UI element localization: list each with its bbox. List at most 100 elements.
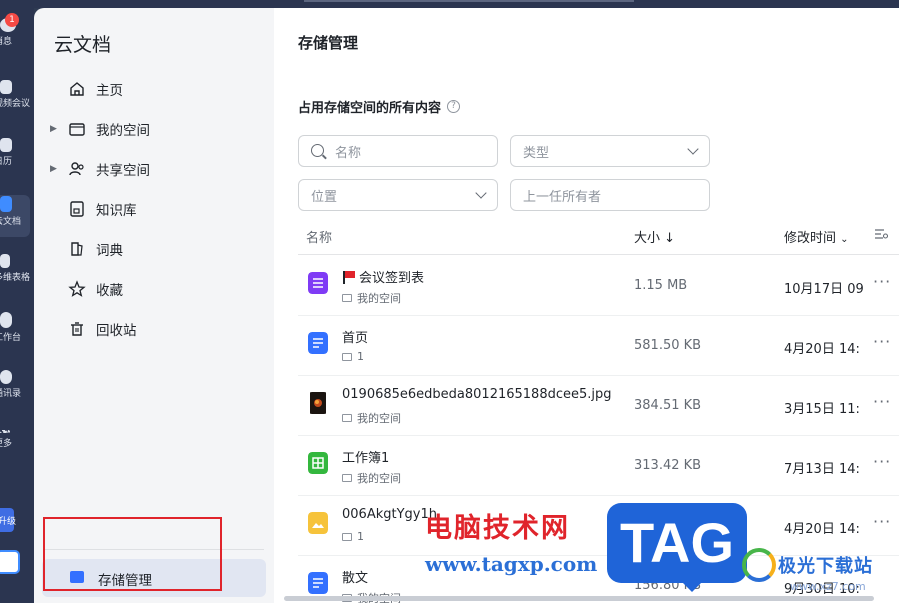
rail-bitable[interactable]: 多维表格 — [0, 254, 34, 283]
column-settings-icon[interactable] — [874, 228, 888, 240]
sidebar-item-knowledge-base[interactable]: 知识库 — [34, 194, 274, 224]
more-options-icon[interactable]: ··· — [873, 452, 891, 471]
file-name[interactable]: 工作簿1 — [342, 447, 389, 466]
file-location-text: 我的空间 — [357, 472, 401, 485]
file-name[interactable]: 006AkgtYgy1h — [342, 507, 437, 522]
name-search-input[interactable]: 名称 — [298, 135, 498, 167]
sidebar-item-label: 我的空间 — [96, 123, 150, 139]
file-location: 我的空间 — [342, 290, 401, 306]
table-row[interactable]: 首页 1 581.50 KB 4月20日 14: ··· — [298, 316, 899, 376]
horizontal-scrollbar[interactable] — [284, 596, 874, 601]
file-location-text: 我的空间 — [357, 292, 401, 305]
sidebar-item-trash[interactable]: 回收站 — [34, 314, 274, 344]
sidebar-item-label: 词典 — [96, 243, 123, 259]
section-title-text: 占用存储空间的所有内容 — [298, 101, 442, 116]
rail-label: 云文档 — [0, 217, 22, 227]
file-location: 1 — [342, 350, 364, 363]
table-row[interactable]: 会议签到表 我的空间 1.15 MB 10月17日 09 ··· — [298, 256, 899, 316]
location-select[interactable]: 位置 — [298, 179, 498, 211]
table-row[interactable]: 0190685e6edbeda8012165188dcee5.jpg 我的空间 … — [298, 376, 899, 436]
page-title: 存储管理 — [298, 34, 359, 52]
rail-calendar[interactable]: 日历 — [0, 138, 34, 167]
contacts-icon — [0, 370, 12, 384]
watermark-swirl-logo — [742, 548, 776, 582]
sidebar-item-my-space[interactable]: ▶ 我的空间 — [34, 114, 274, 144]
more-icon — [0, 430, 10, 434]
sidebar-item-dictionary[interactable]: 词典 — [34, 234, 274, 264]
watermark-url: www.tagxp.com — [425, 552, 598, 576]
chevron-down-icon — [687, 143, 699, 155]
storage-main-panel: 存储管理 占用存储空间的所有内容 ? 名称 类型 位置 上一任所有者 名称 大小… — [274, 8, 899, 603]
file-name[interactable]: 会议签到表 — [342, 267, 424, 286]
column-header-modified[interactable]: 修改时间 ⌄ — [784, 227, 849, 246]
star-icon — [68, 280, 86, 297]
file-location: 我的空间 — [342, 470, 401, 486]
doc-icon — [308, 332, 328, 354]
sidebar-item-label: 收藏 — [96, 283, 123, 299]
home-icon — [70, 82, 84, 96]
column-header-size-label: 大小 — [634, 231, 661, 246]
watermark-brand-url: www.xz7.com — [790, 580, 866, 593]
folder-icon — [69, 123, 85, 136]
rail-label: 工作台 — [0, 333, 22, 343]
sidebar-item-shared-space[interactable]: ▶ 共享空间 — [34, 154, 274, 184]
help-icon[interactable]: ? — [447, 100, 461, 113]
owner-placeholder: 上一任所有者 — [523, 189, 602, 205]
file-location: 1 — [342, 530, 364, 543]
section-title: 占用存储空间的所有内容 ? — [298, 97, 461, 116]
file-location: 我的空间 — [342, 410, 401, 426]
sort-down-icon: ↓ — [664, 231, 676, 246]
rail-video-meeting[interactable]: 视频会议 — [0, 80, 34, 109]
location-placeholder: 位置 — [311, 189, 338, 205]
expand-arrow-icon[interactable]: ▶ — [50, 164, 57, 174]
more-options-icon[interactable]: ··· — [873, 332, 891, 351]
more-options-icon[interactable]: ··· — [873, 272, 891, 291]
expand-arrow-icon[interactable]: ▶ — [50, 124, 57, 134]
file-name-text: 0190685e6edbeda8012165188dcee5.jpg — [342, 387, 612, 402]
folder-icon — [342, 414, 352, 422]
file-size: 313.42 KB — [634, 458, 702, 473]
column-header-modified-label: 修改时间 — [784, 231, 837, 246]
sidebar-item-label: 知识库 — [96, 203, 137, 219]
sidebar-item-label: 共享空间 — [96, 163, 150, 179]
file-name-text: 工作簿1 — [342, 451, 390, 466]
book-icon — [70, 201, 84, 217]
folder-icon — [342, 474, 352, 482]
rail-label: 升级 — [0, 517, 17, 527]
file-size: 1.15 MB — [634, 278, 688, 293]
docs-icon — [0, 196, 12, 212]
file-name[interactable]: 散文 — [342, 567, 368, 586]
file-name-text: 首页 — [342, 331, 369, 346]
rail-more[interactable]: 更多 — [0, 430, 34, 449]
image-thumbnail-icon — [310, 392, 326, 414]
name-placeholder: 名称 — [335, 145, 362, 161]
watermark-tag-pointer — [680, 580, 704, 592]
table-row[interactable]: 工作簿1 我的空间 313.42 KB 7月13日 14: ··· — [298, 436, 899, 496]
rail-label: 多维表格 — [0, 273, 31, 283]
previous-owner-input[interactable]: 上一任所有者 — [510, 179, 710, 211]
sidebar-item-favorites[interactable]: 收藏 — [34, 274, 274, 304]
more-options-icon[interactable]: ··· — [873, 512, 891, 531]
table-icon — [0, 254, 10, 268]
sidebar-item-home[interactable]: 主页 — [34, 74, 274, 104]
people-icon — [69, 162, 84, 176]
type-select[interactable]: 类型 — [510, 135, 710, 167]
file-name[interactable]: 首页 — [342, 327, 368, 346]
rail-docs[interactable]: 云文档 — [0, 196, 34, 227]
docs-sidebar: 云文档 主页 ▶ 我的空间 ▶ 共享空间 知识库 词典 收藏 回收站 存储管理 — [34, 8, 274, 603]
rail-contacts[interactable]: 通讯录 — [0, 370, 34, 399]
rail-label: 视频会议 — [0, 99, 31, 109]
file-size: 581.50 KB — [634, 338, 702, 353]
video-icon — [0, 80, 12, 94]
file-location-text: 我的空间 — [357, 412, 401, 425]
user-avatar[interactable] — [0, 550, 20, 574]
app-rail: 消息 1 视频会议 日历 云文档 多维表格 工作台 通讯录 更多 升级 — [0, 0, 34, 603]
column-header-size[interactable]: 大小 ↓ — [634, 227, 675, 246]
top-search-bar[interactable] — [304, 0, 634, 2]
more-options-icon[interactable]: ··· — [873, 392, 891, 411]
image-file-icon — [308, 512, 328, 534]
table-row[interactable]: 006AkgtYgy1h 1 4月20日 14: ··· — [298, 496, 899, 556]
rail-upgrade-button[interactable]: 升级 — [0, 508, 17, 532]
rail-workplace[interactable]: 工作台 — [0, 312, 34, 343]
file-name[interactable]: 0190685e6edbeda8012165188dcee5.jpg — [342, 387, 612, 402]
